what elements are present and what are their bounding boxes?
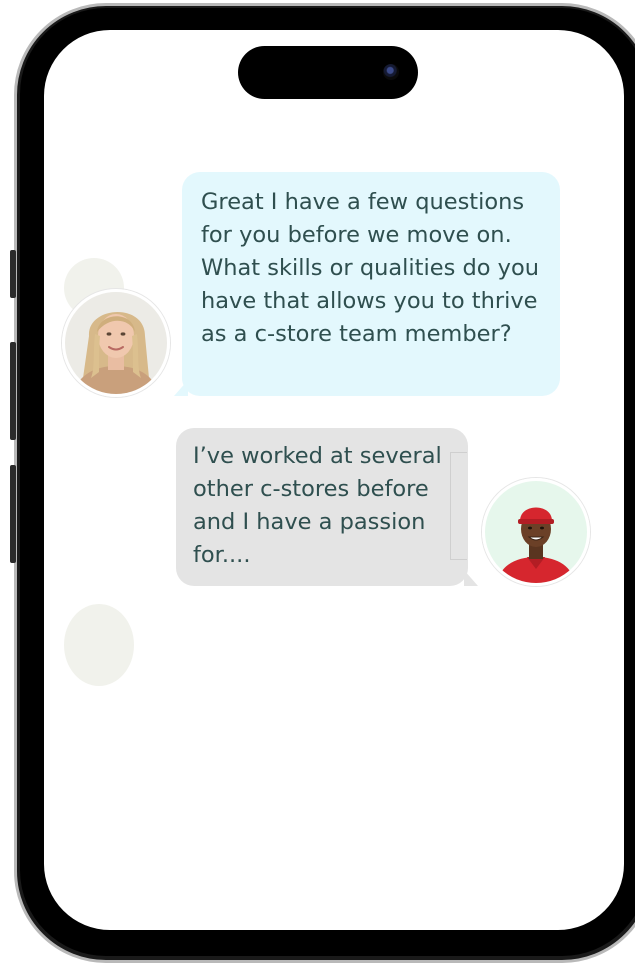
applicant-avatar: [482, 478, 590, 586]
volume-down-button: [10, 465, 16, 563]
applicant-message-bubble: I’ve worked at several other c-stores be…: [176, 428, 468, 586]
man-red-cap-portrait-icon: [485, 481, 587, 583]
recruiter-avatar: [62, 289, 170, 397]
woman-portrait-icon: [65, 292, 167, 394]
recruiter-message-text: Great I have a few questions for you bef…: [201, 189, 539, 347]
volume-up-button: [10, 342, 16, 440]
recruiter-message-bubble: Great I have a few questions for you bef…: [182, 172, 560, 396]
applicant-message-text: I’ve worked at several other c-stores be…: [193, 443, 442, 568]
faded-avatar-decor: [64, 604, 134, 686]
front-camera-icon: [383, 64, 399, 80]
applicant-bubble-inner-frame: [450, 452, 467, 560]
action-button: [10, 250, 16, 298]
